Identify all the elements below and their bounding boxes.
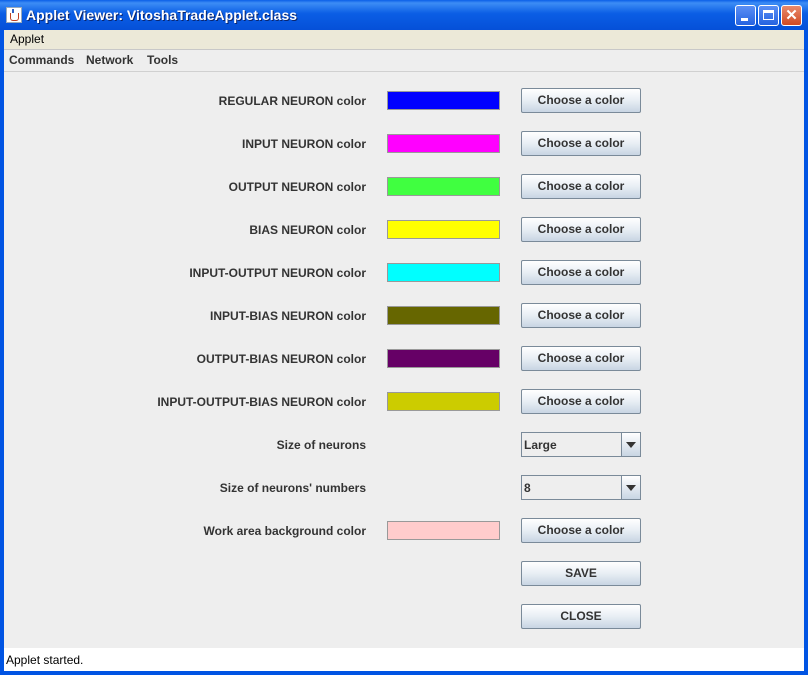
- maximize-button[interactable]: [758, 5, 779, 26]
- applet-menubar: Applet: [4, 30, 804, 49]
- status-bar: Applet started.: [4, 648, 804, 671]
- work-area-choose-color-button[interactable]: Choose a color: [521, 518, 641, 543]
- close-window-button[interactable]: ✕: [781, 5, 802, 26]
- input-output-bias-neuron-color-label: INPUT-OUTPUT-BIAS NEURON color: [157, 395, 366, 409]
- chevron-down-icon[interactable]: [621, 476, 640, 499]
- applet-viewer-window: Applet Viewer: VitoshaTradeApplet.class …: [0, 0, 808, 675]
- size-of-numbers-value: 8: [524, 481, 531, 495]
- output-neuron-choose-color-button[interactable]: Choose a color: [521, 174, 641, 199]
- work-area-color-swatch: [387, 521, 500, 540]
- input-output-bias-neuron-choose-color-button[interactable]: Choose a color: [521, 389, 641, 414]
- input-neuron-color-label: INPUT NEURON color: [241, 137, 366, 151]
- work-area-color-label: Work area background color: [203, 524, 367, 538]
- regular-neuron-choose-color-button[interactable]: Choose a color: [521, 88, 641, 113]
- input-output-neuron-choose-color-button[interactable]: Choose a color: [521, 260, 641, 285]
- minimize-button[interactable]: [735, 5, 756, 26]
- status-text: Applet started.: [6, 653, 84, 667]
- output-bias-neuron-choose-color-button[interactable]: Choose a color: [521, 346, 641, 371]
- bias-neuron-choose-color-button[interactable]: Choose a color: [521, 217, 641, 242]
- regular-neuron-color-label: REGULAR NEURON color: [218, 94, 366, 108]
- output-bias-neuron-color-swatch: [387, 349, 500, 368]
- title-bar[interactable]: Applet Viewer: VitoshaTradeApplet.class …: [0, 0, 808, 30]
- bias-neuron-color-swatch: [387, 220, 500, 239]
- close-button[interactable]: CLOSE: [521, 604, 641, 629]
- save-button[interactable]: SAVE: [521, 561, 641, 586]
- size-of-neurons-label: Size of neurons: [276, 438, 366, 452]
- input-bias-neuron-color-swatch: [387, 306, 500, 325]
- input-bias-neuron-choose-color-button[interactable]: Choose a color: [521, 303, 641, 328]
- bias-neuron-color-label: BIAS NEURON color: [249, 223, 366, 237]
- size-of-numbers-label: Size of neurons' numbers: [219, 481, 366, 495]
- output-neuron-color-swatch: [387, 177, 500, 196]
- java-cup-icon: [6, 7, 22, 23]
- menu-commands[interactable]: Commands: [9, 53, 74, 67]
- applet-menu[interactable]: Applet: [10, 32, 44, 46]
- size-of-neurons-value: Large: [524, 438, 557, 452]
- input-neuron-color-swatch: [387, 134, 500, 153]
- menu-tools[interactable]: Tools: [147, 53, 178, 67]
- size-of-neurons-select[interactable]: Large: [521, 432, 641, 457]
- window-title: Applet Viewer: VitoshaTradeApplet.class: [26, 7, 298, 23]
- regular-neuron-color-swatch: [387, 91, 500, 110]
- window-frame: Applet Commands Network Tools REGULAR NE…: [4, 30, 804, 671]
- output-neuron-color-label: OUTPUT NEURON color: [228, 180, 366, 194]
- close-icon: ✕: [785, 7, 798, 24]
- app-menubar: Commands Network Tools: [4, 50, 804, 72]
- menu-network[interactable]: Network: [86, 53, 133, 67]
- input-bias-neuron-color-label: INPUT-BIAS NEURON color: [209, 309, 366, 323]
- input-output-bias-neuron-color-swatch: [387, 392, 500, 411]
- maximize-icon: [763, 10, 774, 20]
- output-bias-neuron-color-label: OUTPUT-BIAS NEURON color: [196, 352, 366, 366]
- input-output-neuron-color-label: INPUT-OUTPUT NEURON color: [189, 266, 366, 280]
- size-of-numbers-select[interactable]: 8: [521, 475, 641, 500]
- settings-panel: Commands Network Tools REGULAR NEURON co…: [4, 49, 804, 648]
- chevron-down-icon[interactable]: [621, 433, 640, 456]
- input-output-neuron-color-swatch: [387, 263, 500, 282]
- minimize-icon: [741, 18, 748, 21]
- input-neuron-choose-color-button[interactable]: Choose a color: [521, 131, 641, 156]
